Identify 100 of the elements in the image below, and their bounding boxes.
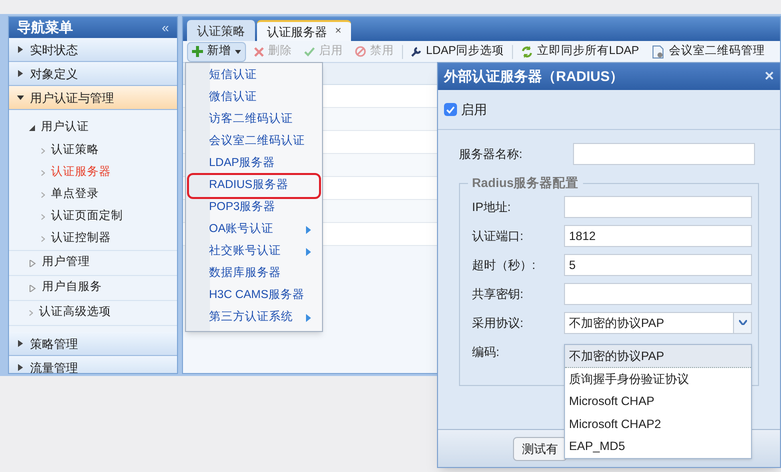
dropdown-option[interactable]: 不加密的协议PAP	[565, 345, 751, 368]
menu-item[interactable]: 短信认证	[189, 65, 319, 87]
nav-section-label: 用户认证与管理	[30, 90, 114, 106]
checkbox-label: 启用	[461, 100, 487, 119]
nav-item[interactable]: 认证控制器	[51, 230, 111, 248]
menu-item[interactable]: OA账号认证	[189, 219, 319, 241]
menu-item-label: 微信认证	[209, 90, 257, 106]
checkbox[interactable]	[444, 103, 457, 116]
enable-checkbox-row[interactable]: 启用	[438, 90, 780, 130]
forbidden-icon	[355, 46, 366, 57]
caret-right-icon	[17, 364, 24, 371]
menu-item-label: 会议室二维码认证	[209, 133, 305, 150]
input-field[interactable]	[573, 143, 755, 165]
nav-section-label: 策略管理	[30, 336, 78, 352]
menu-item[interactable]: LDAP服务器	[189, 153, 319, 175]
bullet-icon	[41, 214, 45, 220]
input-field[interactable]: 5	[564, 254, 752, 276]
toolbar-button[interactable]: LDAP同步选项	[407, 42, 508, 62]
nav-item[interactable]: 认证页面定制	[51, 208, 123, 226]
sync-icon	[521, 46, 534, 58]
field-label: 认证端口:	[472, 228, 524, 245]
dropdown-option[interactable]: 质询握手身份验证协议	[565, 368, 751, 390]
nav-group-label: 用户自服务	[42, 279, 102, 296]
group-legend: Radius服务器配置	[468, 174, 583, 193]
nav-section[interactable]: 实时状态	[9, 38, 177, 62]
menu-item-label: OA账号认证	[209, 222, 274, 238]
x-icon	[254, 46, 264, 56]
menu-item-label: H3C CAMS服务器	[209, 288, 304, 304]
plus-icon	[192, 46, 203, 57]
check-icon	[304, 46, 315, 56]
caret-right-icon	[29, 284, 36, 292]
field-label: 编码:	[472, 344, 500, 361]
menu-item[interactable]: RADIUS服务器	[189, 175, 319, 197]
dialog-title: 外部认证服务器（RADIUS）	[444, 67, 624, 86]
nav-item[interactable]: 认证服务器	[51, 164, 111, 182]
close-button[interactable]: ×	[764, 68, 774, 84]
nav-section[interactable]: 策略管理	[9, 332, 177, 356]
nav-section[interactable]: 用户认证与管理	[9, 86, 177, 110]
nav-group[interactable]: 用户管理	[9, 251, 177, 275]
check-icon	[446, 106, 455, 114]
nav-item[interactable]: 认证策略	[51, 142, 99, 160]
bullet-icon	[41, 192, 45, 198]
field-label: IP地址:	[472, 198, 512, 216]
caret-right-icon	[17, 340, 24, 347]
field-label: 共享密钥:	[472, 286, 524, 303]
input-field[interactable]	[564, 282, 752, 305]
caret-right-icon	[29, 260, 36, 266]
caret-right-icon	[17, 46, 24, 53]
menu-item[interactable]: 会议室二维码认证	[189, 131, 319, 153]
caret-down-icon	[17, 94, 24, 101]
toolbar-button[interactable]: 立即同步所有LDAP	[517, 42, 644, 62]
nav-group[interactable]: 用户自服务	[9, 276, 177, 300]
nav-section[interactable]: 流量管理	[9, 356, 177, 373]
test-button[interactable]: 测试有	[513, 436, 567, 460]
bullet-icon	[41, 148, 45, 154]
menu-item[interactable]: H3C CAMS服务器	[189, 285, 319, 307]
menu-item[interactable]: 微信认证	[189, 87, 319, 109]
dropdown-option[interactable]: Microsoft CHAP2	[565, 412, 751, 435]
menu-item-label: POP3服务器	[209, 200, 276, 216]
document-icon	[651, 44, 666, 58]
toolbar-button[interactable]: 新增	[187, 42, 246, 62]
nav-section-label: 流量管理	[30, 360, 78, 373]
select-value: 不加密的协议PAP	[569, 314, 664, 332]
nav-group[interactable]: 用户认证	[9, 116, 177, 140]
caret-down-icon	[738, 320, 746, 326]
nav-group-label: 认证高级选项	[39, 304, 111, 320]
dropdown-option[interactable]: Microsoft CHAP	[565, 390, 751, 412]
bullet-icon	[41, 170, 45, 176]
input-field[interactable]	[564, 196, 752, 218]
menu-item[interactable]: 社交账号认证	[189, 241, 319, 263]
menu-item-label: 数据库服务器	[209, 265, 281, 282]
field-label: 服务器名称:	[459, 146, 524, 163]
menu-item-label: RADIUS服务器	[209, 178, 288, 194]
caret-right-icon	[17, 70, 24, 77]
menu-item[interactable]: POP3服务器	[189, 197, 319, 219]
tab[interactable]: 认证策略	[187, 20, 255, 41]
tab[interactable]: 认证服务器 ×	[257, 20, 352, 41]
menu-item[interactable]: 第三方认证系统	[189, 307, 319, 329]
bullet-icon	[41, 236, 45, 242]
menu-item-label: 访客二维码认证	[209, 111, 293, 128]
menu-item-label: 社交账号认证	[209, 243, 281, 260]
tab-label: 认证策略	[197, 22, 245, 40]
caret-down-icon	[29, 125, 35, 131]
menu-item-label: 短信认证	[209, 68, 257, 84]
menu-item[interactable]: 访客二维码认证	[189, 109, 319, 131]
nav-item[interactable]: 单点登录	[51, 186, 99, 204]
submenu-arrow-icon	[306, 314, 311, 322]
toolbar-button[interactable]: 会议室二维码管理	[647, 42, 770, 62]
collapse-button[interactable]: «	[162, 21, 169, 34]
nav-section-label: 对象定义	[30, 66, 78, 82]
dropdown-option[interactable]: EAP_MD5	[565, 435, 751, 458]
menu-item-label: LDAP服务器	[209, 156, 276, 172]
close-icon[interactable]: ×	[335, 26, 342, 37]
nav-group-label: 用户管理	[42, 254, 90, 270]
menu-item[interactable]: 数据库服务器	[189, 263, 319, 285]
nav-section[interactable]: 对象定义	[9, 62, 177, 86]
nav-section-label: 实时状态	[30, 42, 78, 58]
select-field[interactable]: 不加密的协议PAP	[564, 312, 752, 334]
input-field[interactable]: 1812	[564, 224, 752, 247]
nav-group[interactable]: 认证高级选项	[9, 301, 177, 325]
